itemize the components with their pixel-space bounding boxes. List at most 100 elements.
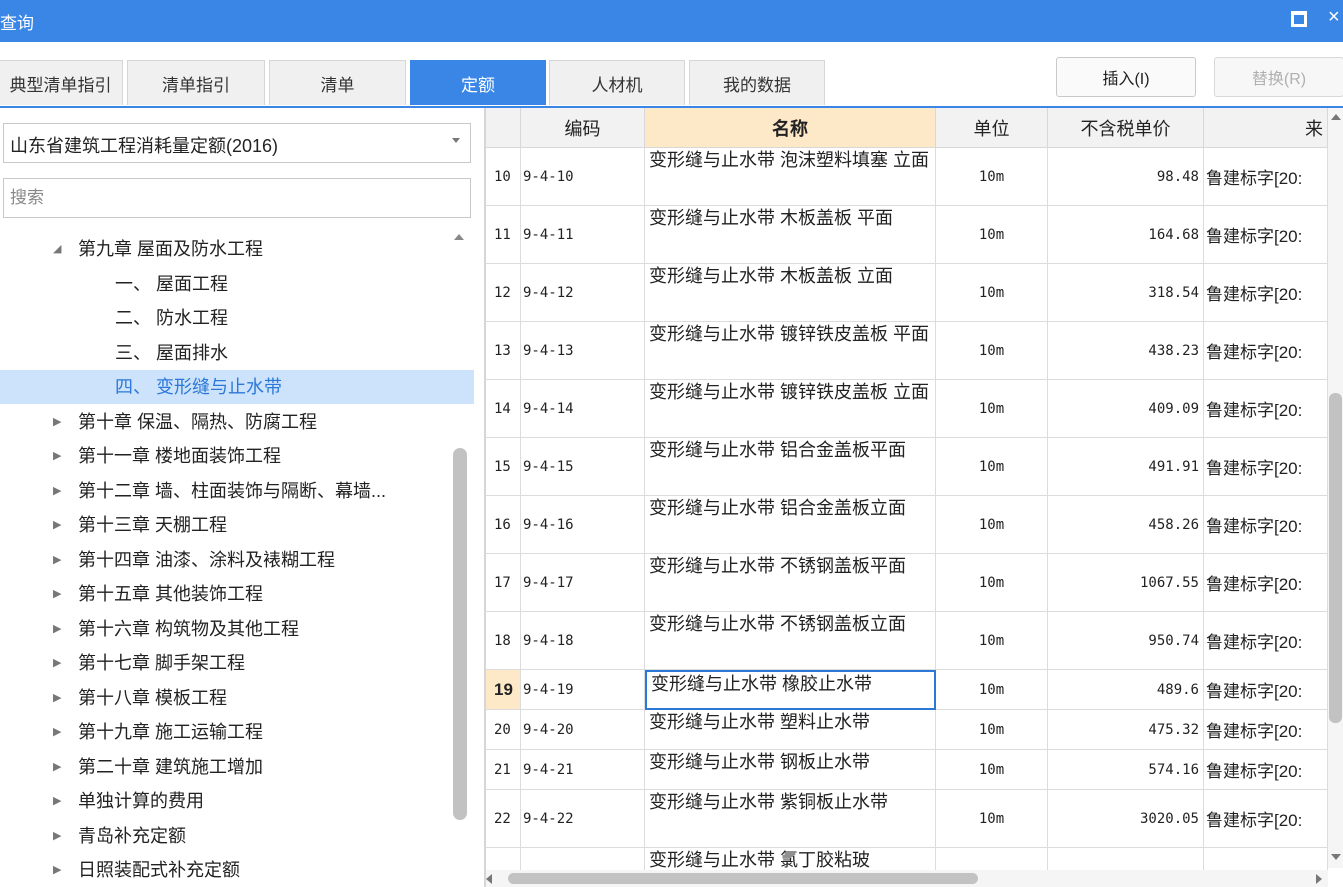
cell-price[interactable]: 475.32 — [1048, 710, 1204, 750]
cell-unit[interactable]: 10m — [936, 554, 1048, 612]
caret-right-icon[interactable]: ▶ — [53, 784, 61, 818]
caret-right-icon[interactable]: ▶ — [53, 715, 61, 749]
tree-item[interactable]: ▶ 第十一章 楼地面装饰工程 — [0, 439, 474, 473]
cell-code[interactable]: 9-4-18 — [521, 612, 645, 670]
search-input[interactable] — [3, 178, 471, 218]
header-unit[interactable]: 单位 — [936, 108, 1048, 148]
caret-right-icon[interactable]: ▶ — [53, 853, 61, 887]
tab-typical-list-guide[interactable]: 典型清单指引 — [0, 60, 123, 105]
cell-price[interactable]: 98.48 — [1048, 148, 1204, 206]
cell-unit[interactable]: 10m — [936, 670, 1048, 710]
cell-unit[interactable]: 10m — [936, 612, 1048, 670]
caret-right-icon[interactable]: ▶ — [53, 474, 61, 508]
scroll-down-icon[interactable] — [1331, 854, 1341, 860]
cell-source[interactable]: 鲁建标字[20: — [1204, 496, 1328, 554]
scroll-up-icon[interactable] — [1331, 114, 1341, 120]
cell-source[interactable]: 鲁建标字[20: — [1204, 264, 1328, 322]
cell-price[interactable]: 458.26 — [1048, 496, 1204, 554]
cell-price[interactable]: 409.09 — [1048, 380, 1204, 438]
cell-code[interactable]: 9-4-20 — [521, 710, 645, 750]
cell-unit[interactable]: 10m — [936, 148, 1048, 206]
tree-item[interactable]: ▶ 第十六章 构筑物及其他工程 — [0, 612, 474, 646]
cell-name[interactable]: 变形缝与止水带 铝合金盖板立面 — [645, 496, 936, 554]
cell-name[interactable]: 变形缝与止水带 橡胶止水带 — [645, 670, 936, 710]
grid-scroll-thumb[interactable] — [1329, 393, 1342, 723]
tree-item[interactable]: ▶ 第十章 保温、隔热、防腐工程 — [0, 405, 474, 439]
cell-source[interactable]: 鲁建标字[20: — [1204, 438, 1328, 496]
cell-unit[interactable]: 10m — [936, 710, 1048, 750]
replace-button[interactable]: 替换(R) — [1214, 57, 1343, 97]
tree-item[interactable]: ◢ 第九章 屋面及防水工程 — [0, 232, 474, 266]
cell-source[interactable]: 鲁建标字[20: — [1204, 710, 1328, 750]
cell-code[interactable]: 9-4-19 — [521, 670, 645, 710]
header-code[interactable]: 编码 — [521, 108, 645, 148]
tab-list-guide[interactable]: 清单指引 — [127, 60, 265, 105]
cell-name[interactable]: 变形缝与止水带 镀锌铁皮盖板 立面 — [645, 380, 936, 438]
grid-hscroll-thumb[interactable] — [508, 873, 978, 884]
tree-item[interactable]: 三、 屋面排水 — [0, 336, 474, 370]
tree-scrollbar[interactable] — [452, 228, 468, 883]
caret-right-icon[interactable]: ▶ — [53, 577, 61, 611]
cell-name[interactable]: 变形缝与止水带 不锈钢盖板平面 — [645, 554, 936, 612]
tree-scroll-thumb[interactable] — [453, 448, 467, 820]
cell-price[interactable]: 438.23 — [1048, 322, 1204, 380]
cell-unit[interactable]: 10m — [936, 264, 1048, 322]
cell-unit[interactable]: 10m — [936, 206, 1048, 264]
cell-source[interactable]: 鲁建标字[20: — [1204, 148, 1328, 206]
cell-unit[interactable]: 10m — [936, 790, 1048, 848]
cell-name[interactable]: 变形缝与止水带 木板盖板 平面 — [645, 206, 936, 264]
tree-item[interactable]: 二、 防水工程 — [0, 301, 474, 335]
cell-code[interactable]: 9-4-16 — [521, 496, 645, 554]
caret-expanded-icon[interactable]: ◢ — [53, 232, 61, 266]
cell-code[interactable]: 9-4-12 — [521, 264, 645, 322]
tab-quota[interactable]: 定额 — [410, 60, 546, 105]
tab-labor-material-machine[interactable]: 人材机 — [549, 60, 685, 105]
caret-right-icon[interactable]: ▶ — [53, 508, 61, 542]
tree-item[interactable]: ▶ 第十三章 天棚工程 — [0, 508, 474, 542]
caret-right-icon[interactable]: ▶ — [53, 819, 61, 853]
cell-unit[interactable]: 10m — [936, 380, 1048, 438]
header-name[interactable]: 名称 — [645, 108, 936, 148]
cell-name[interactable]: 变形缝与止水带 钢板止水带 — [645, 750, 936, 790]
cell-code[interactable]: 9-4-15 — [521, 438, 645, 496]
cell-price[interactable]: 1067.55 — [1048, 554, 1204, 612]
cell-name[interactable]: 变形缝与止水带 泡沫塑料填塞 立面 — [645, 148, 936, 206]
grid-vertical-scrollbar[interactable] — [1328, 108, 1343, 868]
maximize-icon[interactable] — [1291, 11, 1307, 27]
cell-price[interactable]: 164.68 — [1048, 206, 1204, 264]
scroll-right-icon[interactable] — [1316, 874, 1322, 884]
caret-right-icon[interactable]: ▶ — [53, 750, 61, 784]
cell-price[interactable]: 574.16 — [1048, 750, 1204, 790]
cell-source[interactable]: 鲁建标字[20: — [1204, 790, 1328, 848]
tree-item[interactable]: ▶ 单独计算的费用 — [0, 784, 474, 818]
cell-unit[interactable]: 10m — [936, 750, 1048, 790]
tree-item[interactable]: ▶ 第十九章 施工运输工程 — [0, 715, 474, 749]
caret-right-icon[interactable]: ▶ — [53, 439, 61, 473]
cell-price[interactable]: 489.6 — [1048, 670, 1204, 710]
insert-button[interactable]: 插入(I) — [1056, 57, 1196, 97]
cell-name[interactable]: 变形缝与止水带 紫铜板止水带 — [645, 790, 936, 848]
caret-right-icon[interactable]: ▶ — [53, 405, 61, 439]
tree-item[interactable]: 一、 屋面工程 — [0, 267, 474, 301]
scroll-up-icon[interactable] — [454, 234, 464, 240]
cell-code[interactable]: 9-4-13 — [521, 322, 645, 380]
cell-unit[interactable]: 10m — [936, 322, 1048, 380]
caret-right-icon[interactable]: ▶ — [53, 681, 61, 715]
grid-horizontal-scrollbar[interactable] — [486, 870, 1328, 887]
tree-item[interactable]: ▶ 第十二章 墙、柱面装饰与隔断、幕墙... — [0, 474, 474, 508]
cell-source[interactable]: 鲁建标字[20: — [1204, 206, 1328, 264]
header-source[interactable]: 来 — [1204, 108, 1328, 148]
caret-right-icon[interactable]: ▶ — [53, 646, 61, 680]
cell-price[interactable]: 950.74 — [1048, 612, 1204, 670]
quota-library-select[interactable]: 山东省建筑工程消耗量定额(2016) — [3, 123, 471, 163]
scroll-left-icon[interactable] — [486, 874, 492, 884]
tab-list[interactable]: 清单 — [269, 60, 406, 105]
tree-item[interactable]: 四、 变形缝与止水带 — [0, 370, 474, 404]
cell-source[interactable]: 鲁建标字[20: — [1204, 380, 1328, 438]
tree-item[interactable]: ▶ 第十四章 油漆、涂料及裱糊工程 — [0, 543, 474, 577]
close-icon[interactable]: × — [1328, 6, 1340, 29]
cell-price[interactable]: 3020.05 — [1048, 790, 1204, 848]
cell-source[interactable]: 鲁建标字[20: — [1204, 670, 1328, 710]
tree-item[interactable]: ▶ 第十五章 其他装饰工程 — [0, 577, 474, 611]
cell-unit[interactable]: 10m — [936, 438, 1048, 496]
